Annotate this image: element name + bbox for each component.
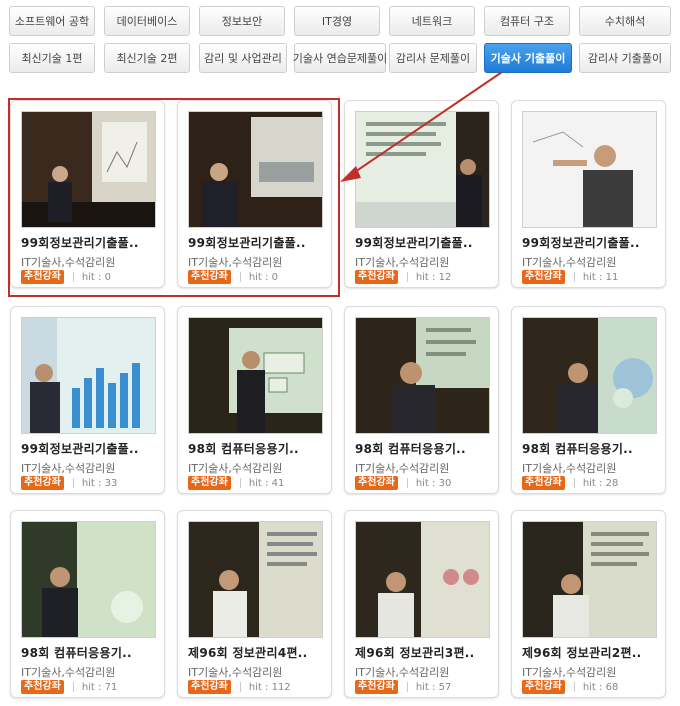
lecture-card[interactable]: 98회 컴퓨터응용기.. IT기술사,수석감리원 추천강좌 hit : 30: [344, 306, 499, 494]
hit-count: hit : 41: [248, 477, 285, 489]
hit-count: hit : 11: [582, 271, 619, 283]
lecture-title[interactable]: 제96회 정보관리2편..: [522, 644, 662, 661]
recommended-badge: 추천강좌: [355, 476, 398, 490]
tab-network[interactable]: 네트워크: [389, 6, 475, 36]
lecture-title[interactable]: 98회 컴퓨터응용기..: [188, 440, 328, 457]
lecture-card[interactable]: 제96회 정보관리4편.. IT기술사,수석감리원 추천강좌 hit : 112: [177, 510, 332, 698]
hit-count: hit : 28: [582, 477, 619, 489]
tab-auditor-problems[interactable]: 감리사 문제풀이: [389, 43, 477, 73]
lecture-card[interactable]: 99회정보관리기출풀.. IT기술사,수석감리원 추천강좌 hit : 0: [177, 100, 332, 288]
tab-audit-management[interactable]: 감리 및 사업관리: [199, 43, 287, 73]
tab-latest-tech-2[interactable]: 최신기술 2편: [104, 43, 190, 73]
lecture-title[interactable]: 99회정보관리기출풀..: [522, 234, 662, 251]
lecture-thumbnail[interactable]: [355, 111, 490, 228]
lecture-thumbnail[interactable]: [522, 521, 657, 638]
lecture-thumbnail[interactable]: [522, 111, 657, 228]
lecture-thumbnail[interactable]: [21, 521, 156, 638]
tab-numerical-analysis[interactable]: 수치해석: [579, 6, 671, 36]
lecture-author: IT기술사,수석감리원: [522, 462, 617, 475]
recommended-badge: 추천강좌: [522, 680, 565, 694]
hit-count: hit : 30: [415, 477, 452, 489]
lecture-author: IT기술사,수석감리원: [188, 666, 283, 679]
lecture-title[interactable]: 98회 컴퓨터응용기..: [21, 644, 161, 661]
lecture-thumbnail[interactable]: [355, 317, 490, 434]
tab-pe-past-exams[interactable]: 기술사 기출풀이: [484, 43, 572, 73]
tab-computer-architecture[interactable]: 컴퓨터 구조: [484, 6, 570, 36]
tab-software-engineering[interactable]: 소프트웨어 공학: [9, 6, 95, 36]
recommended-badge: 추천강좌: [188, 270, 231, 284]
lecture-card[interactable]: 99회정보관리기출풀.. IT기술사,수석감리원 추천강좌 hit : 0: [10, 100, 165, 288]
hit-count: hit : 33: [81, 477, 118, 489]
recommended-badge: 추천강좌: [21, 476, 64, 490]
lecture-thumbnail[interactable]: [188, 317, 323, 434]
lecture-title[interactable]: 98회 컴퓨터응용기..: [355, 440, 495, 457]
lecture-card[interactable]: 제96회 정보관리3편.. IT기술사,수석감리원 추천강좌 hit : 57: [344, 510, 499, 698]
hit-count: hit : 0: [248, 271, 278, 283]
lecture-card[interactable]: 99회정보관리기출풀.. IT기술사,수석감리원 추천강좌 hit : 11: [511, 100, 666, 288]
lecture-card[interactable]: 98회 컴퓨터응용기.. IT기술사,수석감리원 추천강좌 hit : 41: [177, 306, 332, 494]
tab-auditor-past-exams[interactable]: 감리사 기출풀이: [579, 43, 671, 73]
recommended-badge: 추천강좌: [188, 476, 231, 490]
lecture-title[interactable]: 99회정보관리기출풀..: [188, 234, 328, 251]
hit-count: hit : 12: [415, 271, 452, 283]
lecture-title[interactable]: 99회정보관리기출풀..: [21, 440, 161, 457]
tab-pe-practice[interactable]: 기술사 연습문제풀이: [293, 43, 387, 73]
lecture-thumbnail[interactable]: [355, 521, 490, 638]
lecture-author: IT기술사,수석감리원: [21, 462, 116, 475]
tab-database[interactable]: 데이터베이스: [104, 6, 190, 36]
lecture-title[interactable]: 99회정보관리기출풀..: [21, 234, 161, 251]
lecture-thumbnail[interactable]: [522, 317, 657, 434]
recommended-badge: 추천강좌: [522, 270, 565, 284]
recommended-badge: 추천강좌: [21, 270, 64, 284]
lecture-author: IT기술사,수석감리원: [21, 256, 116, 269]
tab-latest-tech-1[interactable]: 최신기술 1편: [9, 43, 95, 73]
hit-count: hit : 112: [248, 681, 291, 693]
lecture-author: IT기술사,수석감리원: [21, 666, 116, 679]
lecture-card[interactable]: 98회 컴퓨터응용기.. IT기술사,수석감리원 추천강좌 hit : 71: [10, 510, 165, 698]
hit-count: hit : 71: [81, 681, 118, 693]
hit-count: hit : 0: [81, 271, 111, 283]
recommended-badge: 추천강좌: [355, 680, 398, 694]
lecture-author: IT기술사,수석감리원: [355, 666, 450, 679]
hit-count: hit : 68: [582, 681, 619, 693]
lecture-author: IT기술사,수석감리원: [188, 256, 283, 269]
tab-security[interactable]: 정보보안: [199, 6, 285, 36]
lecture-card[interactable]: 99회정보관리기출풀.. IT기술사,수석감리원 추천강좌 hit : 12: [344, 100, 499, 288]
lecture-thumbnail[interactable]: [188, 521, 323, 638]
lecture-thumbnail[interactable]: [21, 111, 156, 228]
lecture-author: IT기술사,수석감리원: [522, 256, 617, 269]
lecture-author: IT기술사,수석감리원: [355, 462, 450, 475]
recommended-badge: 추천강좌: [21, 680, 64, 694]
lecture-title[interactable]: 제96회 정보관리4편..: [188, 644, 328, 661]
lecture-card[interactable]: 99회정보관리기출풀.. IT기술사,수석감리원 추천강좌 hit : 33: [10, 306, 165, 494]
recommended-badge: 추천강좌: [188, 680, 231, 694]
lecture-author: IT기술사,수석감리원: [522, 666, 617, 679]
tab-it-management[interactable]: IT경영: [294, 6, 380, 36]
hit-count: hit : 57: [415, 681, 452, 693]
recommended-badge: 추천강좌: [355, 270, 398, 284]
recommended-badge: 추천강좌: [522, 476, 565, 490]
lecture-author: IT기술사,수석감리원: [355, 256, 450, 269]
lecture-thumbnail[interactable]: [188, 111, 323, 228]
lecture-thumbnail[interactable]: [21, 317, 156, 434]
lecture-author: IT기술사,수석감리원: [188, 462, 283, 475]
lecture-title[interactable]: 98회 컴퓨터응용기..: [522, 440, 662, 457]
lecture-title[interactable]: 제96회 정보관리3편..: [355, 644, 495, 661]
lecture-card[interactable]: 98회 컴퓨터응용기.. IT기술사,수석감리원 추천강좌 hit : 28: [511, 306, 666, 494]
lecture-card[interactable]: 제96회 정보관리2편.. IT기술사,수석감리원 추천강좌 hit : 68: [511, 510, 666, 698]
lecture-title[interactable]: 99회정보관리기출풀..: [355, 234, 495, 251]
